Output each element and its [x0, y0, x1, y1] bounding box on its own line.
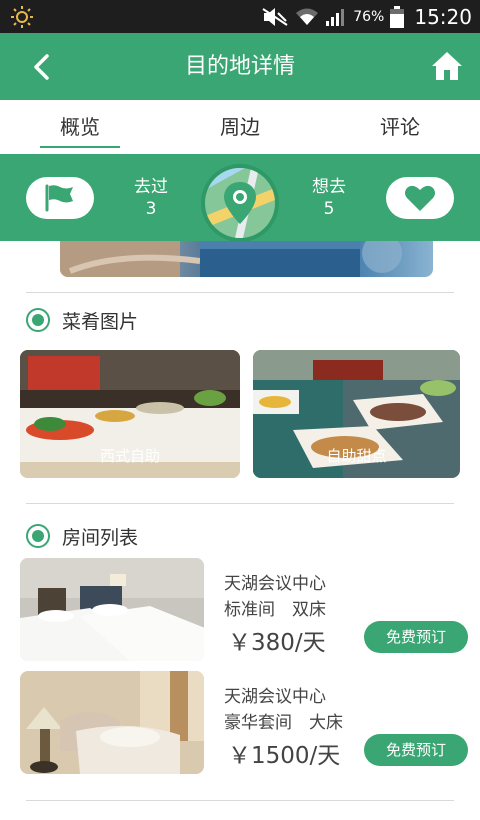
visited-label: 去过 — [134, 177, 168, 197]
tab-overview[interactable]: 概览 — [20, 100, 140, 154]
dishes-section-header: 菜肴图片 — [26, 305, 138, 335]
rooms-section-header: 房间列表 — [26, 521, 138, 551]
status-time: 15:20 — [414, 4, 472, 29]
dish-label: 西式自助 — [99, 447, 160, 465]
page-title: 目的地详情 — [184, 54, 295, 79]
want-stat: 想去 5 — [299, 176, 359, 220]
dish-card-western-buffet[interactable]: 西式自助 — [20, 350, 240, 478]
visited-button[interactable] — [26, 177, 94, 219]
visited-stat: 去过 3 — [121, 176, 181, 220]
destination-banner-image — [60, 241, 433, 277]
mute-icon — [262, 7, 288, 26]
room-photo-deluxe[interactable] — [20, 671, 204, 774]
heart-icon — [405, 185, 435, 211]
want-label: 想去 — [312, 177, 346, 197]
room-type: 标准间 双床 — [224, 600, 326, 620]
section-marker-icon — [26, 524, 50, 548]
flag-icon — [45, 184, 73, 212]
map-pin-icon — [205, 168, 275, 238]
dishes-section-title: 菜肴图片 — [62, 310, 139, 333]
divider — [26, 292, 454, 293]
dish-card-dessert-buffet[interactable]: 自助甜点 — [253, 350, 460, 478]
signal-icon — [326, 8, 345, 26]
tab-nearby[interactable]: 周边 — [180, 100, 300, 154]
room-hotel-name: 天湖会议中心 — [224, 574, 326, 594]
dish-label: 自助甜点 — [326, 447, 387, 465]
rooms-section-title: 房间列表 — [62, 526, 139, 549]
section-marker-icon — [26, 308, 50, 332]
tab-reviews[interactable]: 评论 — [340, 100, 460, 154]
wifi-icon — [296, 8, 319, 25]
home-icon[interactable] — [430, 49, 464, 83]
visited-count: 3 — [145, 199, 157, 219]
title-bar: 目的地详情 — [0, 33, 480, 100]
tab-bar: 概览 周边 评论 — [0, 100, 480, 154]
room-price: ￥1500/天 — [228, 743, 341, 769]
book-free-button[interactable]: 免费预订 — [364, 621, 468, 653]
room-hotel-name: 天湖会议中心 — [224, 687, 326, 707]
want-count: 5 — [323, 199, 335, 219]
divider — [26, 503, 454, 504]
want-button[interactable] — [386, 177, 454, 219]
status-bar: 76% 15:20 — [0, 0, 480, 33]
battery-icon — [390, 5, 405, 28]
room-price: ￥380/天 — [228, 630, 326, 656]
book-free-button[interactable]: 免费预订 — [364, 734, 468, 766]
brightness-icon — [11, 6, 33, 28]
map-button[interactable] — [201, 164, 279, 242]
room-type: 豪华套间 大床 — [224, 713, 343, 733]
divider — [26, 800, 454, 801]
room-photo-standard[interactable] — [20, 558, 204, 661]
battery-percent: 76% — [353, 8, 385, 25]
